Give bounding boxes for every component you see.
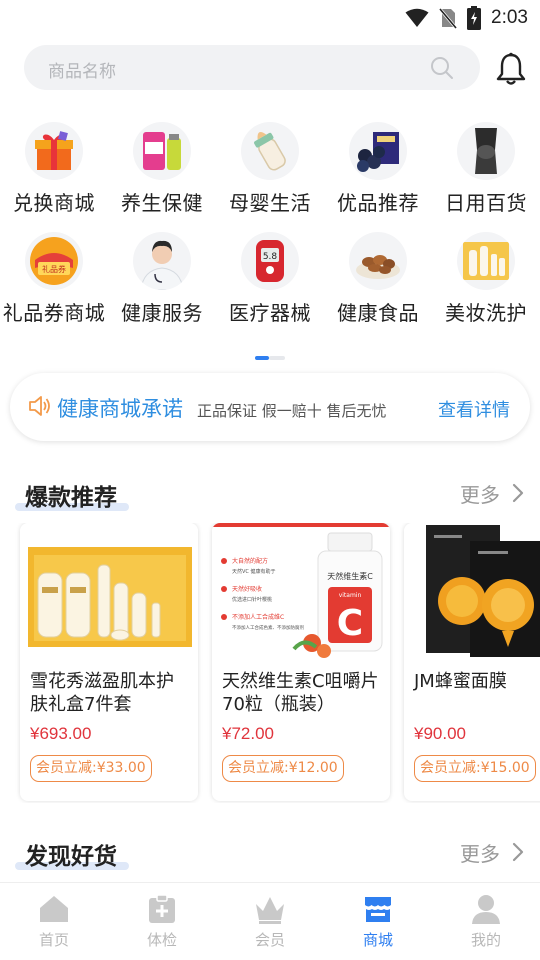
- tab-checkup[interactable]: 体检: [108, 883, 216, 960]
- gift-box-icon: [25, 122, 83, 180]
- member-discount-badge: 会员立减:¥12.00: [222, 755, 344, 782]
- page-indicator-active: [255, 356, 269, 360]
- search-icon[interactable]: [430, 56, 454, 80]
- gift-voucher-icon: 礼品券: [25, 232, 83, 290]
- honey-mask-image: [404, 523, 540, 659]
- tab-shop[interactable]: 商城: [324, 883, 432, 960]
- hot-section-header: 爆款推荐 更多: [0, 478, 540, 518]
- category-health-care[interactable]: 养生保健: [108, 118, 216, 218]
- promise-title: 健康商城承诺: [57, 397, 183, 421]
- category-label: 健康服务: [121, 301, 203, 325]
- category-premium-picks[interactable]: 优品推荐: [324, 118, 432, 218]
- vitamin-bottle-word: vitamin: [339, 592, 362, 599]
- vitamin-bottle-label: 天然维生素C: [327, 571, 373, 581]
- category-health-food[interactable]: 健康食品: [324, 228, 432, 328]
- promise-banner: 健康商城承诺 正品保证 假一赔十 售后无忧 查看详情: [10, 373, 530, 441]
- category-label: 健康食品: [337, 301, 419, 325]
- member-discount-badge: 会员立减:¥33.00: [30, 755, 152, 782]
- status-time: 2:03: [491, 7, 528, 28]
- product-name: 雪花秀滋盈肌本护肤礼盒7件套: [30, 671, 174, 715]
- vitamin-image-line: 不添加人工合成色素、不添加防腐剂: [232, 624, 304, 631]
- tab-profile[interactable]: 我的: [432, 883, 540, 960]
- speaker-icon: [29, 396, 50, 416]
- product-price: ¥90.00: [414, 724, 466, 743]
- vitamin-c-bottle-image: 大自然的配方 天然VC 健康有助于 天然好吸收 优选进口针叶樱桃 不添加人工合成…: [212, 523, 390, 659]
- more-link[interactable]: 更多: [460, 479, 500, 508]
- knee-brace-icon: [457, 122, 515, 180]
- glucose-meter-icon: 5.8: [241, 232, 299, 290]
- tab-label: 首页: [38, 931, 69, 949]
- vitamin-image-line: 天然VC 健康有助于: [232, 568, 276, 575]
- product-price: ¥693.00: [30, 724, 92, 743]
- battery-icon: [467, 6, 482, 30]
- crown-icon: [256, 897, 284, 924]
- chevron-right-icon[interactable]: [512, 483, 524, 503]
- cosmetics-set-icon: [457, 232, 515, 290]
- category-maternal-baby[interactable]: 母婴生活: [216, 118, 324, 218]
- wifi-icon: [405, 8, 429, 27]
- tab-home[interactable]: 首页: [0, 883, 108, 960]
- tab-label: 会员: [254, 931, 285, 949]
- hot-products-carousel[interactable]: 雪花秀滋盈肌本护肤礼盒7件套 ¥693.00 会员立减:¥33.00 大自然的配…: [0, 523, 540, 803]
- supplement-bottle-icon: [133, 122, 191, 180]
- nuts-bowl-icon: [349, 232, 407, 290]
- category-gift-voucher-mall[interactable]: 礼品券 礼品券商城: [0, 228, 108, 328]
- page-indicator-inactive: [269, 356, 285, 360]
- status-bar: 2:03: [0, 0, 540, 36]
- vitamin-image-line: 不添加人工合成维C: [232, 613, 284, 621]
- product-card[interactable]: 雪花秀滋盈肌本护肤礼盒7件套 ¥693.00 会员立减:¥33.00: [20, 523, 198, 801]
- category-medical-devices[interactable]: 5.8 医疗器械: [216, 228, 324, 328]
- section-title: 爆款推荐: [25, 485, 117, 511]
- product-card[interactable]: 大自然的配方 天然VC 健康有助于 天然好吸收 优选进口针叶樱桃 不添加人工合成…: [212, 523, 390, 801]
- bottom-tab-bar: 首页 体检 会员 商城 我的: [0, 882, 540, 960]
- search-placeholder: 商品名称: [48, 62, 116, 82]
- product-name: JM蜂蜜面膜: [414, 671, 507, 692]
- discover-section-header: 发现好货 更多: [0, 837, 540, 877]
- category-label: 养生保健: [121, 191, 203, 215]
- category-label: 母婴生活: [229, 191, 311, 215]
- baby-bottle-icon: [241, 122, 299, 180]
- category-label: 礼品券商城: [2, 301, 106, 325]
- vitamin-image-line: 大自然的配方: [232, 557, 268, 565]
- product-card[interactable]: JM蜂蜜面膜 ¥90.00 会员立减:¥15.00: [404, 523, 540, 801]
- profile-icon: [472, 895, 500, 924]
- tab-label: 我的: [470, 931, 501, 949]
- no-sim-icon: [439, 8, 458, 29]
- skincare-gift-set-image: [20, 523, 198, 659]
- vitamin-image-line: 天然好吸收: [232, 585, 262, 593]
- tab-label: 体检: [146, 931, 177, 949]
- checkup-icon: [149, 894, 175, 923]
- blueberry-box-icon: [349, 122, 407, 180]
- category-label: 医疗器械: [229, 301, 311, 325]
- more-link[interactable]: 更多: [460, 838, 500, 867]
- vitamin-bottle-letter: C: [337, 603, 363, 644]
- doctor-icon: [133, 232, 191, 290]
- search-input[interactable]: 商品名称: [24, 45, 480, 90]
- section-title: 发现好货: [25, 844, 117, 870]
- view-details-link[interactable]: 查看详情: [438, 396, 510, 422]
- tab-member[interactable]: 会员: [216, 883, 324, 960]
- tab-label: 商城: [362, 931, 393, 949]
- page-indicator: [255, 356, 285, 360]
- category-label: 美妆洗护: [445, 301, 527, 325]
- category-exchange-mall[interactable]: 兑换商城: [0, 118, 108, 218]
- member-discount-badge: 会员立减:¥15.00: [414, 755, 536, 782]
- chevron-right-icon[interactable]: [512, 842, 524, 862]
- category-label: 日用百货: [445, 191, 527, 215]
- category-daily-goods[interactable]: 日用百货: [432, 118, 540, 218]
- category-label: 兑换商城: [13, 191, 95, 215]
- vitamin-image-line: 优选进口针叶樱桃: [232, 596, 272, 603]
- category-label: 优品推荐: [337, 191, 419, 215]
- product-name: 天然维生素C咀嚼片70粒（瓶装）: [222, 671, 379, 715]
- voucher-icon-text: 礼品券: [42, 264, 66, 274]
- shop-icon: [365, 897, 391, 922]
- category-beauty-care[interactable]: 美妆洗护: [432, 228, 540, 328]
- product-price: ¥72.00: [222, 724, 274, 743]
- home-icon: [40, 896, 68, 922]
- bell-icon[interactable]: [495, 52, 527, 86]
- promise-description: 正品保证 假一赔十 售后无忧: [197, 402, 387, 420]
- meter-reading: 5.8: [263, 252, 278, 262]
- category-health-service[interactable]: 健康服务: [108, 228, 216, 328]
